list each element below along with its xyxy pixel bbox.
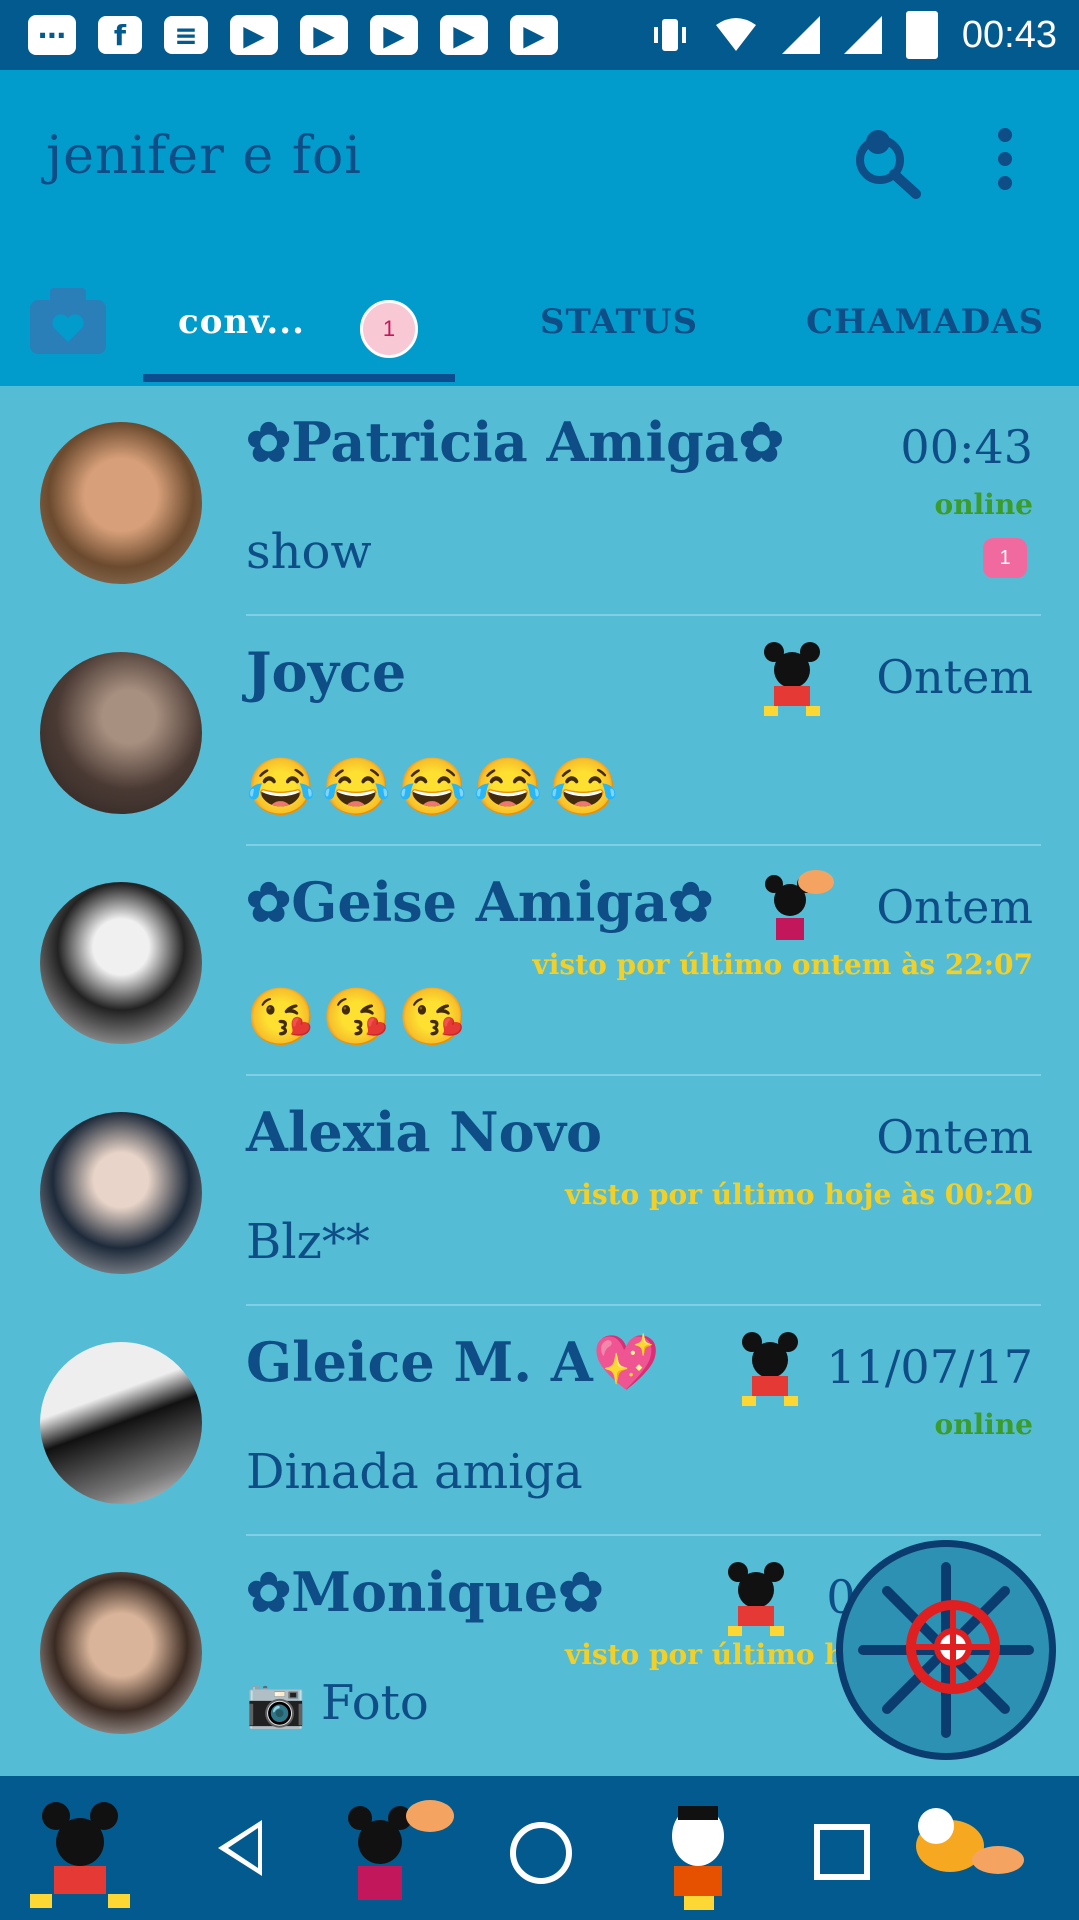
avatar[interactable]: [40, 1112, 202, 1274]
avatar[interactable]: [40, 652, 202, 814]
unread-count: 1: [983, 538, 1027, 578]
avatar[interactable]: [40, 1572, 202, 1734]
avatar[interactable]: [40, 882, 202, 1044]
search-icon[interactable]: [848, 120, 928, 200]
chat-time: Ontem: [876, 1110, 1033, 1164]
app-title: jenifer e foi: [46, 126, 362, 186]
goofy-sticker-icon: [672, 1806, 724, 1910]
last-message: 📷 Foto: [246, 1675, 429, 1731]
contact-name: ✿Monique✿: [246, 1560, 604, 1624]
chat-time: 00:43: [900, 420, 1033, 474]
presence-status: online: [934, 488, 1033, 521]
youtube-icon: ▶: [510, 15, 558, 55]
minnie-sticker-icon: [765, 870, 834, 940]
presence-status: online: [934, 1408, 1033, 1441]
avatar[interactable]: [40, 1342, 202, 1504]
vibrate-icon: [653, 19, 686, 51]
camera-icon[interactable]: [30, 288, 106, 354]
facebook-icon: f: [98, 16, 142, 54]
signal-icon: [843, 16, 882, 54]
wifi-icon: [715, 18, 756, 51]
unread-badge: 1: [360, 300, 418, 358]
tab-status[interactable]: STATUS: [540, 302, 698, 342]
contact-name: Alexia Novo: [246, 1100, 603, 1164]
minnie-sticker-icon: [348, 1800, 454, 1900]
notification-icons: ⋯ f ≡ ▶ ▶ ▶ ▶ ▶: [28, 15, 558, 55]
tab-calls[interactable]: CHAMADAS: [806, 302, 1044, 342]
last-message: show: [246, 524, 372, 580]
contact-name: ✿Patricia Amiga✿: [246, 410, 785, 474]
messenger-icon: ⋯: [28, 15, 76, 55]
pluto-sticker-icon: [916, 1808, 1024, 1874]
contact-name: Gleice M. A💖: [246, 1330, 661, 1394]
chat-row[interactable]: Joyce Ontem 😂😂😂😂😂: [0, 616, 1079, 846]
chat-time: Ontem: [876, 650, 1033, 704]
chat-time: Ontem: [876, 880, 1033, 934]
chat-time: 11/07/17: [826, 1340, 1033, 1394]
chat-row[interactable]: ✿Patricia Amiga✿ 00:43 online show 1: [0, 386, 1079, 616]
mickey-sticker-icon: [764, 642, 820, 716]
chat-row[interactable]: Gleice M. A💖 11/07/17 online Dinada amig…: [0, 1306, 1079, 1536]
recents-button[interactable]: [814, 1824, 870, 1880]
status-bar: ⋯ f ≡ ▶ ▶ ▶ ▶ ▶ 00:43: [0, 0, 1079, 70]
youtube-icon: ▶: [370, 15, 418, 55]
last-message: 😂😂😂😂😂: [246, 755, 625, 820]
presence-status: visto por último ontem às 22:07: [532, 948, 1033, 981]
chat-row[interactable]: Alexia Novo Ontem visto por último hoje …: [0, 1076, 1079, 1306]
last-message: 😘😘😘: [246, 985, 474, 1050]
contact-name: ✿Geise Amiga✿: [246, 870, 714, 934]
youtube-icon: ▶: [300, 15, 348, 55]
mickey-sticker-icon: [742, 1332, 798, 1406]
youtube-icon: ▶: [230, 15, 278, 55]
ship-wheel-icon: [858, 1562, 1034, 1738]
tab-conversations[interactable]: conv...: [178, 302, 305, 342]
signal-icon: [781, 16, 820, 54]
youtube-icon: ▶: [440, 15, 488, 55]
tab-bar: conv... 1 STATUS CHAMADAS: [0, 258, 1079, 386]
home-button[interactable]: [510, 1822, 572, 1884]
contact-name: Joyce: [246, 640, 407, 704]
last-message: Dinada amiga: [246, 1444, 583, 1500]
navigation-bar: [0, 1776, 1079, 1920]
mickey-sticker-icon: [728, 1562, 784, 1636]
news-icon: ≡: [164, 16, 208, 54]
back-icon: [228, 1828, 258, 1868]
avatar[interactable]: [40, 422, 202, 584]
mickey-sticker-icon: [30, 1802, 130, 1908]
more-vert-icon[interactable]: [995, 128, 1015, 190]
last-message: Blz**: [246, 1214, 370, 1270]
presence-status: visto por último hoje às 00:20: [564, 1178, 1033, 1211]
chat-row[interactable]: ✿Geise Amiga✿ Ontem visto por último ont…: [0, 846, 1079, 1076]
new-chat-fab[interactable]: [836, 1540, 1056, 1760]
tab-indicator: [143, 374, 455, 382]
clock: 00:43: [961, 13, 1057, 56]
system-icons: 00:43: [650, 0, 1057, 70]
app-bar: jenifer e foi conv... 1 STATUS CHAMADAS: [0, 70, 1079, 386]
battery-icon: [905, 11, 938, 59]
